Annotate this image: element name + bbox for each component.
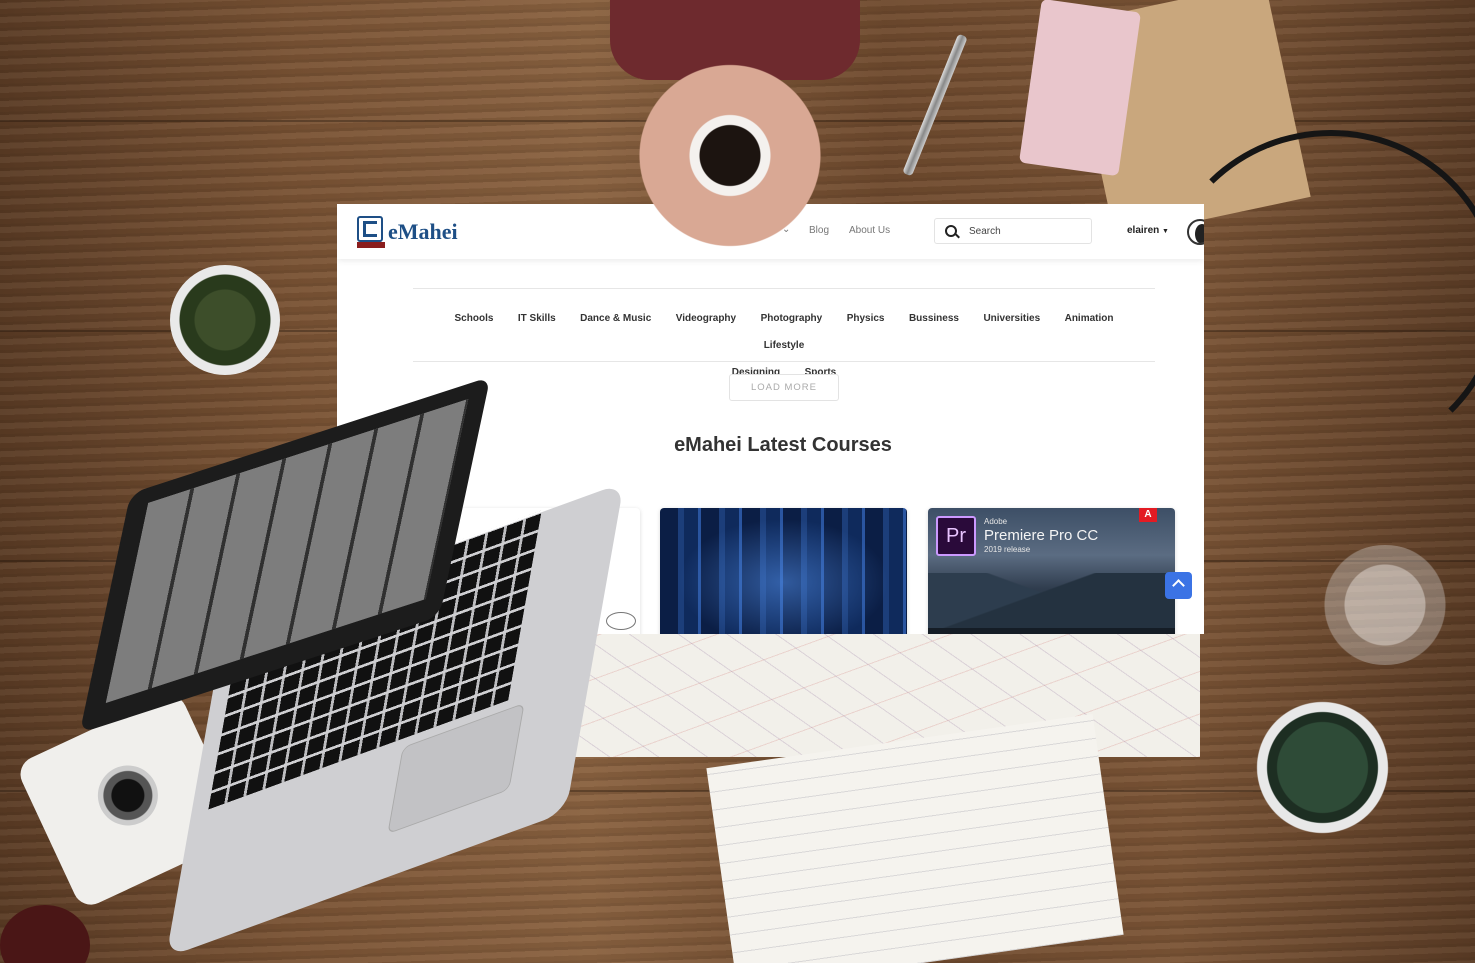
category-physics[interactable]: Physics xyxy=(847,306,885,331)
category-lifestyle[interactable]: Lifestyle xyxy=(764,333,805,358)
premiere-pro-icon: Pr xyxy=(936,516,976,556)
search-icon[interactable] xyxy=(945,225,957,237)
site-logo[interactable]: eMahei xyxy=(357,215,458,249)
divider xyxy=(413,361,1155,362)
course-card[interactable]: Pr Adobe Premiere Pro CC 2019 release A xyxy=(928,508,1175,634)
avatar[interactable] xyxy=(1187,219,1204,245)
water-glass xyxy=(1320,545,1450,665)
apple xyxy=(0,905,90,963)
scroll-to-top-button[interactable] xyxy=(1165,572,1192,599)
course-card[interactable] xyxy=(660,508,907,634)
search-box[interactable] xyxy=(934,218,1092,244)
category-videography[interactable]: Videography xyxy=(676,306,736,331)
course-release: 2019 release xyxy=(984,545,1031,554)
logo-icon xyxy=(357,216,385,248)
category-dance-music[interactable]: Dance & Music xyxy=(580,306,651,331)
search-input[interactable] xyxy=(969,224,1079,238)
category-animation[interactable]: Animation xyxy=(1065,306,1114,331)
laptop xyxy=(79,376,625,958)
divider xyxy=(413,288,1155,289)
succulent-plant xyxy=(170,265,280,375)
logo-text: eMahei xyxy=(388,219,458,244)
adobe-icon: A xyxy=(1139,508,1157,522)
category-universities[interactable]: Universities xyxy=(983,306,1040,331)
category-list: Schools IT Skills Dance & Music Videogra… xyxy=(413,304,1155,385)
user-menu[interactable]: elairen ▼ xyxy=(1127,225,1169,236)
course-title: Premiere Pro CC xyxy=(984,527,1099,544)
camera-strap xyxy=(1160,130,1475,462)
nav-link-about-us[interactable]: About Us xyxy=(849,225,890,236)
mountain-image xyxy=(928,573,1175,633)
category-schools[interactable]: Schools xyxy=(455,306,494,331)
pen xyxy=(902,33,968,177)
paper-map xyxy=(560,632,1200,757)
hands-holding-mug xyxy=(630,40,830,250)
cactus-pot xyxy=(1255,700,1390,835)
course-brand: Adobe xyxy=(984,517,1008,526)
nav-link-blog[interactable]: Blog xyxy=(809,225,829,236)
category-it-skills[interactable]: IT Skills xyxy=(518,306,556,331)
caret-down-icon: ▼ xyxy=(1162,228,1169,235)
category-bussiness[interactable]: Bussiness xyxy=(909,306,959,331)
username: elairen xyxy=(1127,225,1160,236)
load-more-button[interactable]: LOAD MORE xyxy=(729,374,839,401)
category-photography[interactable]: Photography xyxy=(761,306,823,331)
